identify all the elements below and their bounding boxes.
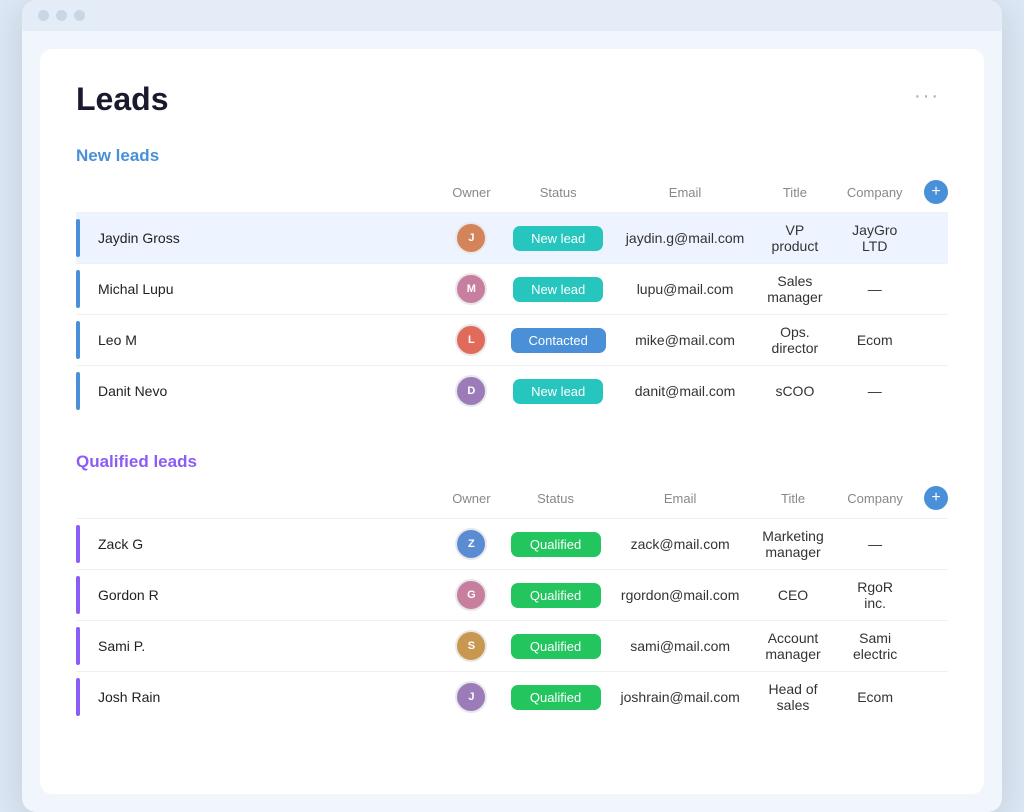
avatar: J <box>455 681 487 713</box>
avatar: J <box>455 222 487 254</box>
table-row[interactable]: Leo M L Contacted mike@mail.comOps. directo… <box>76 315 948 366</box>
add-new-lead-button[interactable]: + <box>924 180 948 204</box>
col-status-new: Status <box>501 174 616 213</box>
titlebar <box>22 0 1002 31</box>
status-badge: New lead <box>513 379 603 404</box>
status-badge: New lead <box>513 277 603 302</box>
table-row[interactable]: Sami P. S Qualified sami@mail.comAccount ma… <box>76 621 948 672</box>
table-row[interactable]: Michal Lupu M New lead lupu@mail.comSales m… <box>76 264 948 315</box>
status-badge: Qualified <box>511 634 601 659</box>
avatar: S <box>455 630 487 662</box>
col-email-new: Email <box>616 174 754 213</box>
col-owner-new: Owner <box>442 174 500 213</box>
lead-name: Michal Lupu <box>92 281 174 297</box>
title-cell: VP product <box>754 213 835 264</box>
avatar: M <box>455 273 487 305</box>
avatar: L <box>455 324 487 356</box>
title-cell: Marketing manager <box>750 519 836 570</box>
title-cell: sCOO <box>754 366 835 417</box>
col-company-qual: Company <box>836 480 914 519</box>
avatar: Z <box>455 528 487 560</box>
company-cell: Ecom <box>835 315 914 366</box>
company-cell: — <box>836 519 914 570</box>
lead-name: Gordon R <box>92 587 159 603</box>
col-name-new <box>76 174 442 213</box>
lead-name: Leo M <box>92 332 137 348</box>
qualified-leads-header: Qualified leads <box>76 452 948 472</box>
qualified-leads-table: Owner Status Email Title Company + Zack … <box>76 480 948 722</box>
col-add-new: + <box>914 174 948 213</box>
qualified-leads-title: Qualified leads <box>76 452 197 472</box>
table-row[interactable]: Josh Rain J Qualified joshrain@mail.comHead… <box>76 672 948 723</box>
col-add-qual: + <box>914 480 948 519</box>
lead-name: Sami P. <box>92 638 145 654</box>
col-title-qual: Title <box>750 480 836 519</box>
email-cell[interactable]: danit@mail.com <box>616 366 754 417</box>
col-status-qual: Status <box>501 480 611 519</box>
lead-name: Josh Rain <box>92 689 160 705</box>
email-cell[interactable]: rgordon@mail.com <box>611 570 750 621</box>
company-cell: Sami electric <box>836 621 914 672</box>
table-row[interactable]: Gordon R G Qualified rgordon@mail.comCEORgo… <box>76 570 948 621</box>
table-row[interactable]: Jaydin Gross J New lead jaydin.g@mail.comVP… <box>76 213 948 264</box>
lead-name: Danit Nevo <box>92 383 167 399</box>
status-badge: Contacted <box>511 328 606 353</box>
new-leads-section: New leads Owner Status Email Title Compa… <box>76 146 948 416</box>
status-badge: Qualified <box>511 532 601 557</box>
new-leads-table: Owner Status Email Title Company + Jaydi… <box>76 174 948 416</box>
email-cell[interactable]: sami@mail.com <box>611 621 750 672</box>
new-leads-columns: Owner Status Email Title Company + <box>76 174 948 213</box>
add-qualified-lead-button[interactable]: + <box>924 486 948 510</box>
email-cell[interactable]: joshrain@mail.com <box>611 672 750 723</box>
status-badge: New lead <box>513 226 603 251</box>
lead-name: Zack G <box>92 536 143 552</box>
avatar: G <box>455 579 487 611</box>
company-cell: Ecom <box>836 672 914 723</box>
col-email-qual: Email <box>611 480 750 519</box>
email-cell[interactable]: zack@mail.com <box>611 519 750 570</box>
new-leads-header: New leads <box>76 146 948 166</box>
avatar: D <box>455 375 487 407</box>
col-owner-qual: Owner <box>442 480 500 519</box>
page-title: Leads <box>76 81 168 118</box>
status-badge: Qualified <box>511 685 601 710</box>
title-cell: CEO <box>750 570 836 621</box>
page-content: Leads ··· New leads Owner Status Email T… <box>40 49 984 794</box>
qualified-leads-section: Qualified leads Owner Status Email Title… <box>76 452 948 722</box>
new-leads-title: New leads <box>76 146 159 166</box>
table-row[interactable]: Danit Nevo D New lead danit@mail.comsCOO— <box>76 366 948 417</box>
email-cell[interactable]: jaydin.g@mail.com <box>616 213 754 264</box>
qualified-leads-columns: Owner Status Email Title Company + <box>76 480 948 519</box>
more-options-button[interactable]: ··· <box>906 81 948 112</box>
col-company-new: Company <box>835 174 914 213</box>
title-cell: Account manager <box>750 621 836 672</box>
company-cell: — <box>835 366 914 417</box>
col-name-qual <box>76 480 442 519</box>
title-cell: Sales manager <box>754 264 835 315</box>
email-cell[interactable]: lupu@mail.com <box>616 264 754 315</box>
dot-1 <box>38 10 49 21</box>
company-cell: JayGro LTD <box>835 213 914 264</box>
table-row[interactable]: Zack G Z Qualified zack@mail.comMarketing m… <box>76 519 948 570</box>
title-cell: Ops. director <box>754 315 835 366</box>
dot-2 <box>56 10 67 21</box>
dot-3 <box>74 10 85 21</box>
title-cell: Head of sales <box>750 672 836 723</box>
status-badge: Qualified <box>511 583 601 608</box>
app-window: Leads ··· New leads Owner Status Email T… <box>22 0 1002 812</box>
company-cell: — <box>835 264 914 315</box>
lead-name: Jaydin Gross <box>92 230 180 246</box>
email-cell[interactable]: mike@mail.com <box>616 315 754 366</box>
page-header: Leads ··· <box>76 81 948 118</box>
col-title-new: Title <box>754 174 835 213</box>
company-cell: RgoR inc. <box>836 570 914 621</box>
